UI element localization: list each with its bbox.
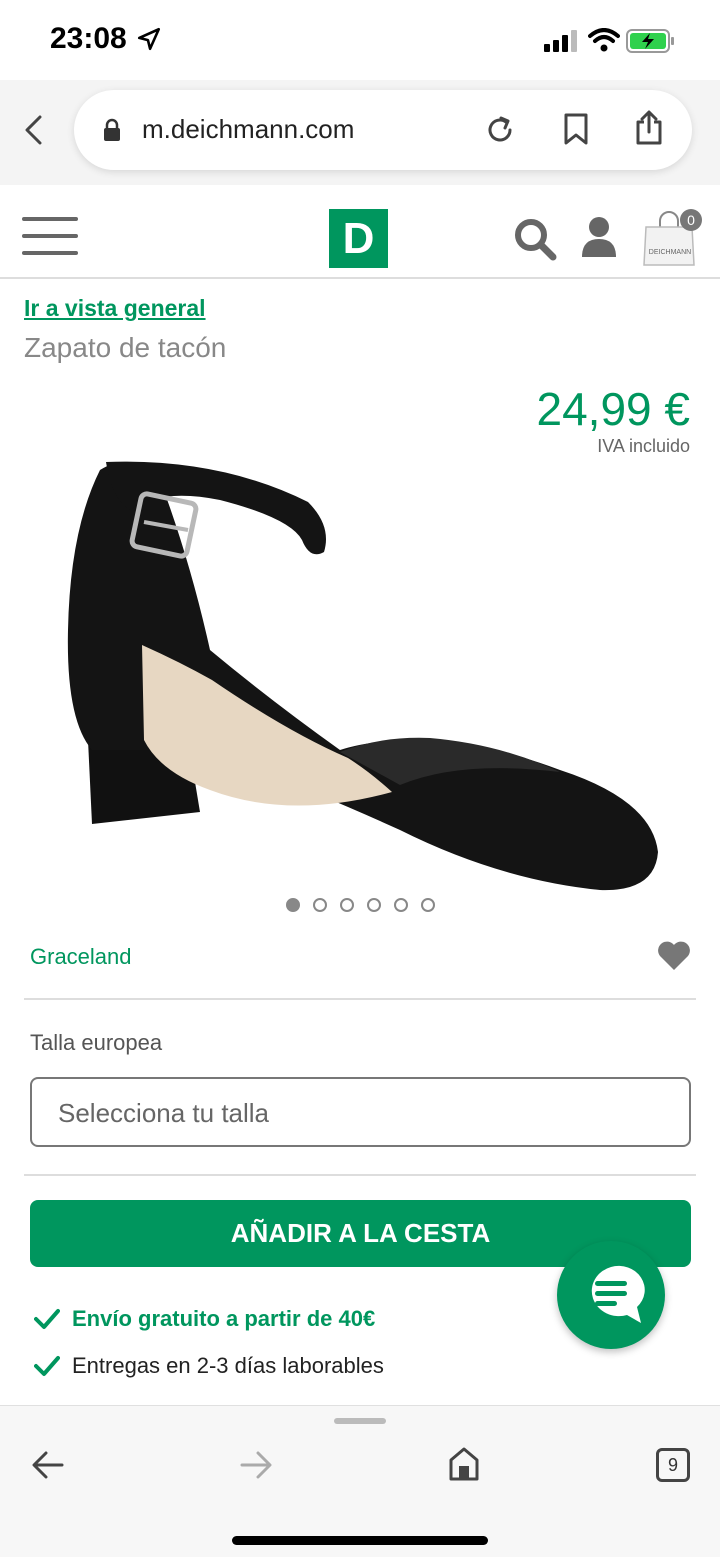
cart-count-badge: 0 [680,209,702,231]
grab-handle[interactable] [334,1418,386,1424]
browser-address-area: m.deichmann.com [0,80,720,185]
address-bar[interactable]: m.deichmann.com [74,90,692,170]
check-icon [34,1356,60,1376]
benefit-free-shipping: Envío gratuito a partir de 40€ [34,1306,375,1332]
share-icon[interactable] [634,110,664,146]
divider [24,998,696,1000]
battery-charging-icon [626,29,674,53]
back-to-overview-link[interactable]: Ir a vista general [24,295,206,322]
benefit-text: Entregas en 2-3 días laborables [72,1353,384,1378]
benefit-text: Envío gratuito a partir de 40€ [72,1306,376,1331]
brand-name[interactable]: Graceland [30,944,132,970]
carousel-dot[interactable] [340,898,354,912]
site-header: D 0 DEICHMANN [0,185,720,279]
divider [24,1174,696,1176]
tabs-button[interactable]: 9 [656,1448,690,1482]
check-icon [34,1309,60,1329]
image-carousel-dots[interactable] [286,898,435,912]
reload-icon[interactable] [484,114,516,146]
size-select-placeholder: Selecciona tu talla [58,1098,270,1128]
status-bar: 23:08 [0,0,720,80]
carousel-dot[interactable] [367,898,381,912]
carousel-dot[interactable] [313,898,327,912]
lock-icon [104,118,120,141]
home-indicator [232,1536,488,1545]
carousel-dot[interactable] [286,898,300,912]
product-image[interactable] [40,440,680,900]
search-icon[interactable] [513,217,557,261]
benefit-delivery-time: Entregas en 2-3 días laborables [34,1353,384,1379]
heart-icon[interactable] [656,940,692,972]
cellular-signal-icon [544,30,577,52]
bookmark-icon[interactable] [562,112,590,146]
arrow-right-icon[interactable] [240,1450,272,1480]
browser-toolbar: 9 [0,1405,720,1557]
browser-back-chevron-icon[interactable] [22,114,46,146]
size-select[interactable]: Selecciona tu talla [30,1077,691,1147]
product-price: 24,99 € [536,383,690,435]
deichmann-logo[interactable]: D [329,209,388,268]
chat-button[interactable] [557,1241,665,1349]
carousel-dot[interactable] [394,898,408,912]
menu-icon[interactable] [22,217,78,257]
user-icon[interactable] [580,215,618,259]
cart-button[interactable]: 0 DEICHMANN [640,207,702,267]
wifi-icon [588,28,620,52]
carousel-dot[interactable] [421,898,435,912]
home-icon[interactable] [448,1446,480,1482]
product-title: Zapato de tacón [24,332,227,363]
location-arrow-icon [137,27,161,51]
url-text: m.deichmann.com [142,114,355,144]
chat-bubble-icon [591,1265,645,1323]
status-time: 23:08 [50,22,127,55]
size-label: Talla europea [30,1030,163,1055]
arrow-left-icon[interactable] [32,1450,64,1480]
cart-bag-label: DEICHMANN [648,249,692,256]
